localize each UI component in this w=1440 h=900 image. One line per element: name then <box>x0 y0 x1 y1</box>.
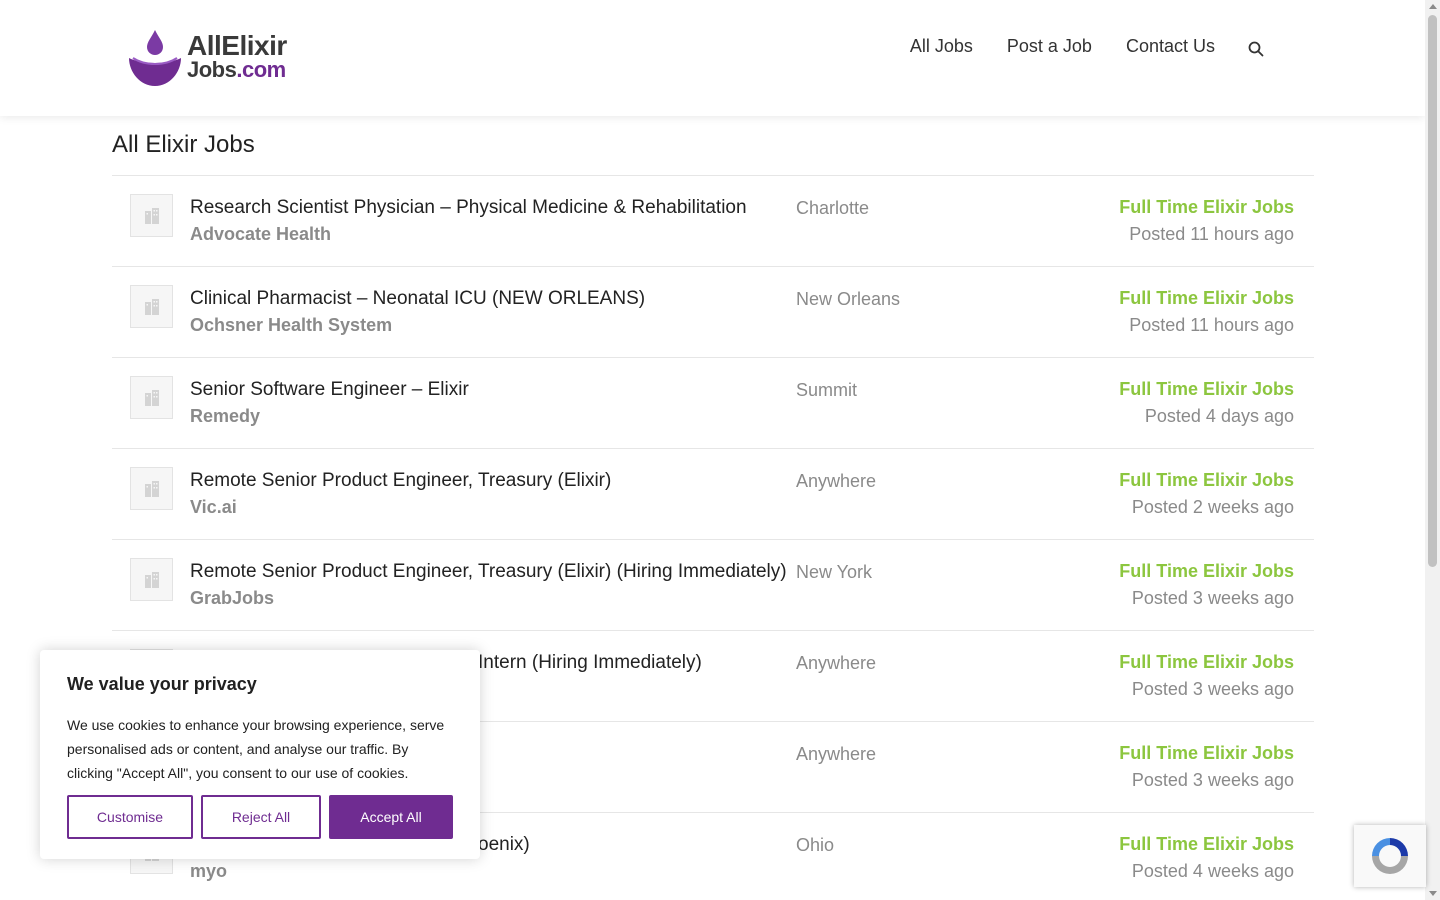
job-type: Full Time Elixir Jobs <box>1119 197 1294 217</box>
job-row[interactable]: Remote Senior Product Engineer, Treasury… <box>112 449 1314 540</box>
job-location: Charlotte <box>796 198 870 218</box>
job-title[interactable]: Remote Senior Product Engineer, Treasury… <box>190 470 611 492</box>
job-row[interactable]: Research Scientist Physician – Physical … <box>112 176 1314 267</box>
recaptcha-badge[interactable] <box>1354 825 1426 887</box>
job-row[interactable]: Remote Senior Product Engineer, Treasury… <box>112 540 1314 631</box>
job-location: Ohio <box>796 835 835 855</box>
building-icon <box>144 389 159 406</box>
accept-all-button[interactable]: Accept All <box>329 795 453 839</box>
job-company: Ochsner Health System <box>190 315 393 335</box>
job-company: Remedy <box>190 406 261 426</box>
job-row[interactable]: Clinical Pharmacist – Neonatal ICU (NEW … <box>112 267 1314 358</box>
recaptcha-icon <box>1372 838 1408 874</box>
nav-contact-us[interactable]: Contact Us <box>1126 36 1215 57</box>
job-type: Full Time Elixir Jobs <box>1119 743 1294 763</box>
job-title[interactable]: Senior Software Engineer – Elixir <box>190 379 469 401</box>
company-logo-placeholder <box>130 376 173 419</box>
job-company: GrabJobs <box>190 588 275 608</box>
job-posted-date: Posted 3 weeks ago <box>1131 770 1294 790</box>
site-header: AllElixir Jobs.com All Jobs Post a Job C… <box>0 0 1425 116</box>
job-location: Summit <box>796 380 858 400</box>
job-title[interactable]: Intern (Hiring Immediately) <box>478 652 702 674</box>
page-title: All Elixir Jobs <box>112 131 255 158</box>
job-posted-date: Posted 3 weeks ago <box>1131 588 1294 608</box>
job-location: Anywhere <box>796 653 877 673</box>
job-type: Full Time Elixir Jobs <box>1119 288 1294 308</box>
job-posted-date: Posted 4 days ago <box>1144 406 1294 426</box>
building-icon <box>144 571 159 588</box>
job-type: Full Time Elixir Jobs <box>1119 561 1294 581</box>
site-logo[interactable]: AllElixir Jobs.com <box>127 28 302 90</box>
cookie-buttons: Customise Reject All Accept All <box>67 795 461 839</box>
job-location: New Orleans <box>796 289 901 309</box>
company-logo-placeholder <box>130 285 173 328</box>
job-company: myo <box>190 861 228 881</box>
logo-wordmark-bottom: Jobs.com <box>187 57 286 82</box>
cookie-description: We use cookies to enhance your browsing … <box>67 717 445 781</box>
page-scrollbar[interactable] <box>1425 0 1440 900</box>
job-row[interactable]: Senior Software Engineer – Elixir Remedy… <box>112 358 1314 449</box>
job-posted-date: Posted 3 weeks ago <box>1131 679 1294 699</box>
cookie-consent-banner: We value your privacy We use cookies to … <box>40 650 480 859</box>
job-company: Advocate Health <box>190 224 332 244</box>
job-title[interactable]: oenix) <box>478 834 530 856</box>
company-logo-placeholder <box>130 558 173 601</box>
job-title[interactable]: Clinical Pharmacist – Neonatal ICU (NEW … <box>190 288 645 310</box>
job-posted-date: Posted 11 hours ago <box>1129 224 1294 244</box>
job-location: Anywhere <box>796 471 877 491</box>
reject-all-button[interactable]: Reject All <box>201 795 321 839</box>
logo-wordmark-top: AllElixir <box>187 30 287 61</box>
scroll-up-arrow-icon[interactable] <box>1429 4 1437 9</box>
job-posted-date: Posted 4 weeks ago <box>1131 861 1294 881</box>
job-title[interactable]: Research Scientist Physician – Physical … <box>190 197 747 219</box>
company-logo-placeholder <box>130 194 173 237</box>
building-icon <box>144 480 159 497</box>
search-icon[interactable] <box>1247 40 1265 58</box>
nav-all-jobs[interactable]: All Jobs <box>910 36 973 57</box>
job-location: New York <box>796 562 873 582</box>
main-nav: All Jobs Post a Job Contact Us <box>876 36 1265 57</box>
elixir-drop-icon <box>129 30 181 86</box>
company-logo-placeholder <box>130 467 173 510</box>
building-icon <box>144 207 159 224</box>
cookie-title: We value your privacy <box>67 674 257 694</box>
nav-post-a-job[interactable]: Post a Job <box>1007 36 1092 57</box>
job-title[interactable]: Remote Senior Product Engineer, Treasury… <box>190 561 787 583</box>
scroll-down-arrow-icon[interactable] <box>1429 891 1437 896</box>
job-type: Full Time Elixir Jobs <box>1119 834 1294 854</box>
job-type: Full Time Elixir Jobs <box>1119 652 1294 672</box>
job-location: Anywhere <box>796 744 877 764</box>
building-icon <box>144 298 159 315</box>
job-posted-date: Posted 2 weeks ago <box>1131 497 1294 517</box>
job-type: Full Time Elixir Jobs <box>1119 379 1294 399</box>
job-posted-date: Posted 11 hours ago <box>1129 315 1294 335</box>
job-company: Vic.ai <box>190 497 237 517</box>
job-type: Full Time Elixir Jobs <box>1119 470 1294 490</box>
scrollbar-thumb[interactable] <box>1428 15 1437 567</box>
customise-button[interactable]: Customise <box>67 795 193 839</box>
